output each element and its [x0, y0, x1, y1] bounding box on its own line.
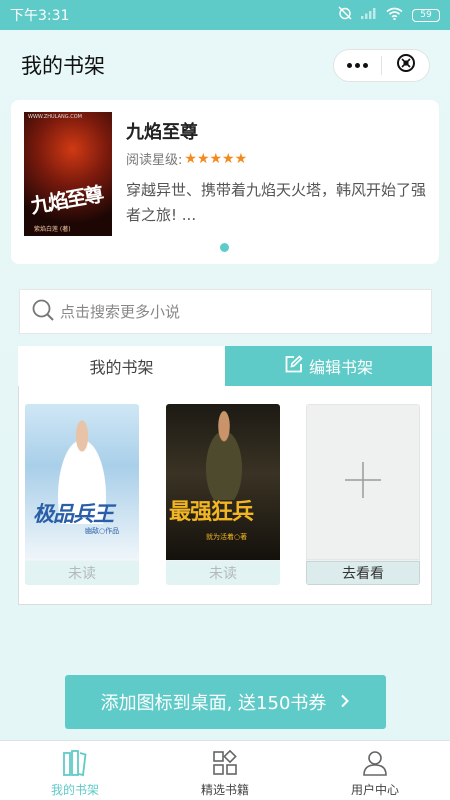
cover-title-text: 最强狂兵: [169, 500, 254, 525]
status-bar: 下午3:31 59: [0, 0, 450, 30]
tab-my-shelf[interactable]: 我的书架: [18, 346, 225, 386]
edit-icon: [284, 354, 303, 378]
edit-shelf-label: 编辑书架: [308, 358, 373, 377]
rating-label: 阅读星级:: [126, 153, 183, 168]
featured-book-card[interactable]: WWW.ZHULANG.COM 九焰至尊 紫焰白莲 (著) 九焰至尊 阅读星级:…: [11, 100, 439, 264]
mini-program-capsule: [333, 48, 430, 82]
promo-text: 添加图标到桌面, 送150书券: [100, 693, 327, 714]
nav-featured-books[interactable]: 精选书籍: [150, 741, 300, 800]
featured-book-title: 九焰至尊: [126, 122, 198, 143]
battery-icon: 59: [412, 8, 440, 22]
carousel-indicator-dot: [220, 243, 229, 252]
rating-row: 阅读星级: ★★★★★: [126, 149, 248, 169]
featured-book-description: 穿越异世、携带着九焰天火塔，韩风开始了强者之旅! ...: [126, 181, 427, 224]
nav-user-center[interactable]: 用户中心: [300, 741, 450, 800]
nav-label: 我的书架: [50, 783, 99, 797]
book-grid: 极品兵王 幽敌○作品 未读 最强狂兵 就为活着○著 未读 去看看: [18, 386, 432, 605]
cover-site-text: WWW.ZHULANG.COM: [28, 114, 82, 120]
wifi-icon: [386, 7, 403, 24]
status-time: 下午3:31: [10, 8, 70, 24]
bottom-nav: 我的书架 精选书籍 用户中心: [0, 740, 450, 800]
tab-my-shelf-label: 我的书架: [89, 358, 154, 377]
rating-stars-icon: ★★★★★: [184, 150, 248, 167]
cover-art: [196, 410, 252, 500]
cover-title-text: 九焰至尊: [28, 181, 104, 219]
browse-label: 去看看: [306, 561, 420, 585]
user-icon: [362, 748, 388, 778]
bookshelf-icon: [62, 748, 88, 778]
grid-icon: [212, 748, 238, 778]
add-book-area: [306, 404, 420, 560]
chevron-right-icon: [340, 692, 350, 713]
close-icon: [396, 53, 416, 77]
search-placeholder: 点击搜索更多小说: [60, 303, 181, 321]
signal-icon: [361, 7, 377, 23]
book-status-label: 未读: [25, 561, 139, 585]
cover-author-text: 幽敌○作品: [85, 527, 120, 535]
shelf-tabs: 我的书架 编辑书架: [18, 346, 432, 386]
plus-icon: [343, 460, 383, 504]
nav-label: 用户中心: [350, 783, 399, 797]
book-item[interactable]: 极品兵王 幽敌○作品 未读: [25, 404, 139, 585]
status-icons: 59: [338, 6, 440, 24]
search-icon: [32, 299, 54, 325]
book-status-label: 未读: [166, 561, 280, 585]
cover-author-text: 紫焰白莲 (著): [34, 226, 71, 233]
more-dots-icon: [347, 62, 368, 68]
nav-my-shelf[interactable]: 我的书架: [0, 741, 150, 800]
book-cover: 极品兵王 幽敌○作品: [25, 404, 139, 560]
book-cover: 最强狂兵 就为活着○著: [166, 404, 280, 560]
add-book-button[interactable]: 去看看: [306, 404, 420, 585]
cover-title-text: 极品兵王: [33, 502, 114, 526]
cover-author-text: 就为活着○著: [206, 533, 248, 541]
alarm-off-icon: [338, 6, 352, 24]
book-item[interactable]: 最强狂兵 就为活着○著 未读: [166, 404, 280, 585]
close-button[interactable]: [382, 50, 429, 81]
nav-label: 精选书籍: [200, 783, 249, 797]
more-button[interactable]: [334, 50, 381, 81]
header: 我的书架: [0, 30, 450, 100]
search-input[interactable]: 点击搜索更多小说: [19, 289, 432, 334]
add-to-desktop-button[interactable]: 添加图标到桌面, 送150书券: [65, 675, 386, 729]
featured-book-cover[interactable]: WWW.ZHULANG.COM 九焰至尊 紫焰白莲 (著): [24, 112, 112, 236]
edit-shelf-button[interactable]: 编辑书架: [225, 346, 432, 386]
page-title: 我的书架: [21, 54, 105, 78]
